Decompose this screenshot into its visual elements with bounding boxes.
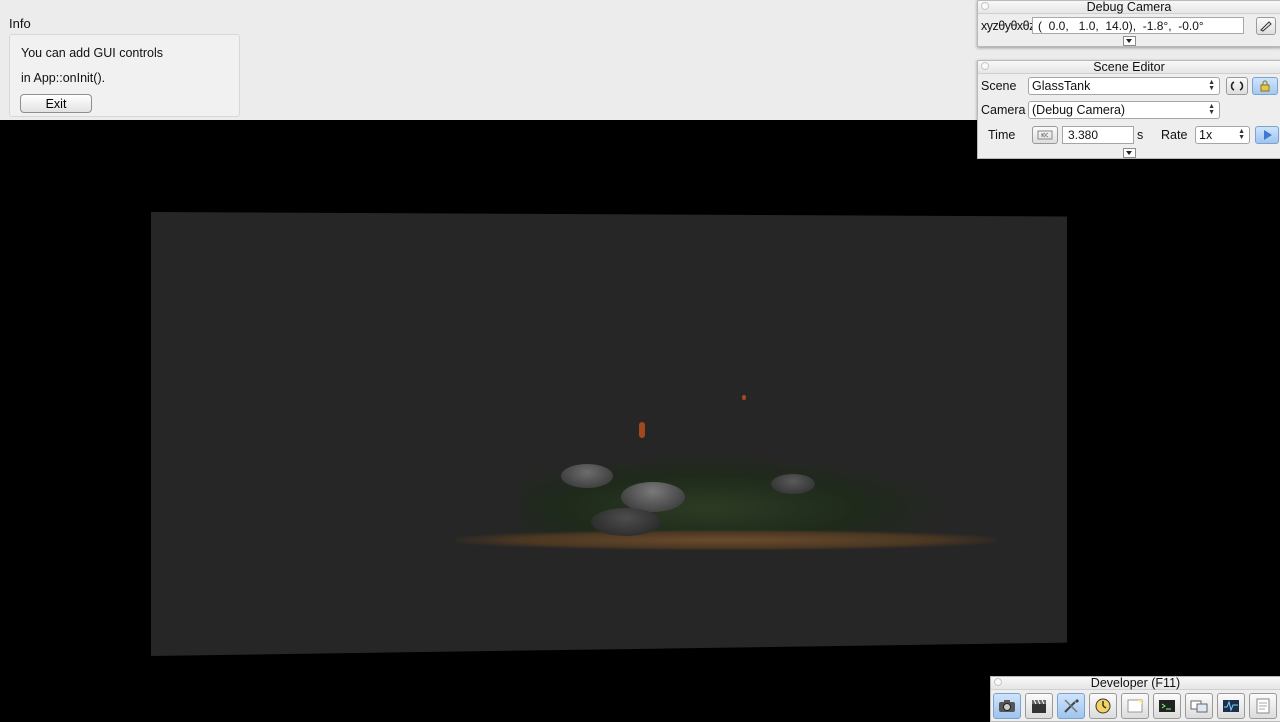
note-icon bbox=[1127, 699, 1143, 713]
terminal-icon bbox=[1159, 700, 1175, 712]
wrench-icon bbox=[1064, 698, 1080, 713]
3d-viewport[interactable] bbox=[151, 212, 1067, 656]
scene-editor-title[interactable]: Scene Editor bbox=[978, 61, 1280, 74]
developer-window: Developer (F11) bbox=[990, 676, 1280, 722]
aquarium-sand bbox=[456, 530, 996, 550]
dropdown-arrows-icon: ▲ ▼ bbox=[1238, 128, 1245, 141]
camera-icon bbox=[999, 700, 1015, 712]
developer-tools-button[interactable] bbox=[1057, 693, 1085, 719]
pencil-icon bbox=[1260, 21, 1272, 32]
aquarium-rock bbox=[561, 464, 613, 488]
reload-icon bbox=[1230, 81, 1244, 91]
camera-label: Camera bbox=[981, 103, 1026, 117]
rate-label: Rate bbox=[1161, 128, 1188, 142]
document-icon bbox=[1256, 698, 1270, 714]
screenshot-button[interactable] bbox=[993, 693, 1021, 719]
aquarium-fish bbox=[639, 422, 645, 438]
scene-label: Scene bbox=[981, 79, 1017, 93]
copy-coordinates-button[interactable] bbox=[1256, 17, 1276, 35]
dropdown-arrows-icon: ▲ ▼ bbox=[1208, 79, 1215, 92]
camera-dropdown[interactable]: (Debug Camera) ▲ ▼ bbox=[1028, 101, 1220, 119]
developer-title[interactable]: Developer (F11) bbox=[991, 677, 1280, 690]
info-window-title: Info bbox=[9, 16, 31, 31]
timing-button[interactable] bbox=[1089, 693, 1117, 719]
clock-icon bbox=[1095, 698, 1111, 714]
info-text-line-2: in App::onInit(). bbox=[21, 71, 106, 85]
profiler-button[interactable] bbox=[1217, 693, 1245, 719]
lock-button[interactable] bbox=[1252, 77, 1278, 95]
lock-icon bbox=[1260, 80, 1270, 92]
rewind-icon bbox=[1037, 130, 1053, 140]
aquarium-rock bbox=[591, 508, 661, 536]
debug-camera-title[interactable]: Debug Camera bbox=[978, 1, 1280, 14]
dropdown-arrows-icon: ▲ ▼ bbox=[1208, 103, 1215, 116]
close-icon[interactable] bbox=[981, 2, 989, 10]
aquarium-rock bbox=[771, 474, 815, 494]
notes-button[interactable] bbox=[1121, 693, 1149, 719]
chevron-down-icon[interactable] bbox=[1123, 148, 1136, 158]
window-icon bbox=[1190, 700, 1208, 713]
video-record-button[interactable] bbox=[1025, 693, 1053, 719]
clapperboard-icon bbox=[1032, 699, 1046, 713]
scene-dropdown-value: GlassTank bbox=[1032, 79, 1091, 93]
close-icon[interactable] bbox=[994, 678, 1002, 686]
scene-browser-button[interactable] bbox=[1185, 693, 1213, 719]
info-text-line-1: You can add GUI controls bbox=[21, 46, 163, 60]
debug-camera-window: Debug Camera xyzθyθxθz ( 0.0, 1.0, 14.0)… bbox=[977, 0, 1280, 47]
camera-coordinates-field[interactable]: ( 0.0, 1.0, 14.0), -1.8°, -0.0° bbox=[1032, 17, 1244, 34]
rate-dropdown[interactable]: 1x ▲ ▼ bbox=[1195, 126, 1250, 144]
play-button[interactable] bbox=[1255, 126, 1279, 144]
log-button[interactable] bbox=[1249, 693, 1277, 719]
info-panel: You can add GUI controls in App::onInit(… bbox=[9, 34, 240, 117]
developer-toolbar bbox=[993, 693, 1277, 719]
time-label: Time bbox=[988, 128, 1016, 142]
console-button[interactable] bbox=[1153, 693, 1181, 719]
scene-editor-window: Scene Editor Scene GlassTank ▲ ▼ Camera (… bbox=[977, 60, 1280, 159]
exit-button[interactable]: Exit bbox=[20, 94, 92, 113]
camera-dropdown-value: (Debug Camera) bbox=[1032, 103, 1126, 117]
reload-scene-button[interactable] bbox=[1226, 77, 1248, 95]
time-unit-label: s bbox=[1137, 128, 1144, 142]
close-icon[interactable] bbox=[981, 62, 989, 70]
rate-dropdown-value: 1x bbox=[1199, 128, 1213, 142]
chevron-down-icon[interactable] bbox=[1123, 36, 1136, 46]
xyz-label: xyzθyθxθz bbox=[981, 19, 1035, 33]
time-input[interactable]: 3.380 bbox=[1062, 126, 1134, 144]
profiler-icon bbox=[1223, 700, 1239, 712]
aquarium-fish bbox=[742, 395, 746, 400]
reset-time-button[interactable] bbox=[1032, 126, 1058, 144]
scene-dropdown[interactable]: GlassTank ▲ ▼ bbox=[1028, 77, 1220, 95]
